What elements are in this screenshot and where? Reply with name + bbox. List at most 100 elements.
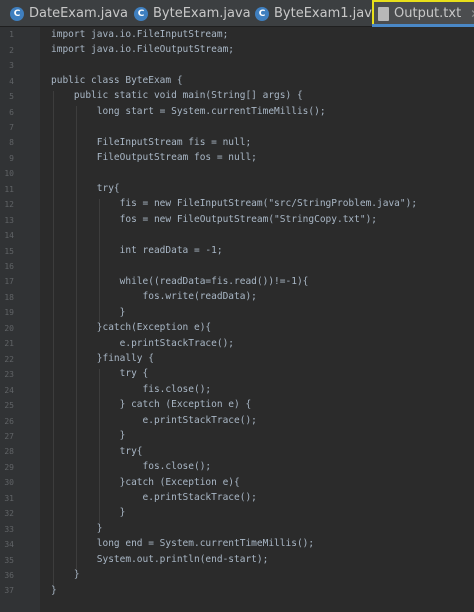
line-number: 34	[0, 537, 14, 553]
line-number-text: 10	[4, 169, 14, 179]
line-number-text: 29	[4, 462, 14, 472]
indent-guide	[98, 368, 100, 524]
code-line: }	[51, 306, 126, 318]
code-line: }	[51, 507, 126, 519]
line-number: 21	[0, 336, 14, 352]
code-line: }	[51, 569, 80, 581]
line-number-text: 14	[4, 231, 14, 241]
tab-label: ByteExam1.java	[274, 6, 380, 21]
tab-output-txt[interactable]: Output.txt ✕	[372, 0, 474, 27]
indent-guide	[53, 90, 54, 586]
line-number: 1	[0, 27, 14, 43]
code-line: FileOutputStream fos = null;	[51, 152, 257, 164]
code-line: try{	[51, 183, 120, 194]
tab-label: DateExam.java	[29, 6, 128, 21]
java-class-icon: C	[10, 6, 24, 21]
line-number-text: 7	[9, 122, 14, 132]
line-number: 19	[0, 305, 14, 321]
line-number: 9	[0, 151, 14, 167]
java-class-icon: C	[134, 6, 148, 21]
line-number: 32	[0, 506, 14, 522]
line-number: 4	[0, 73, 14, 89]
line-number: 3	[0, 58, 14, 74]
line-number-text: 21	[4, 339, 14, 349]
line-number: 24	[0, 382, 14, 398]
tab-dateexam-java[interactable]: C DateExam.java ✕	[10, 0, 147, 27]
close-icon[interactable]: ✕	[470, 7, 474, 21]
line-number-text: 19	[4, 308, 14, 318]
code-line: fos = new FileOutputStream("StringCopy.t…	[51, 213, 378, 225]
line-number: 7	[0, 120, 14, 136]
text-file-icon	[378, 6, 389, 21]
line-number: 26	[0, 413, 14, 429]
line-number: 13	[0, 212, 14, 228]
java-class-icon: C	[255, 6, 269, 21]
line-number: 12	[0, 197, 14, 213]
line-number: 16	[0, 259, 14, 275]
line-number: 37	[0, 583, 14, 599]
code-line: } catch (Exception e) {	[51, 399, 252, 411]
code-line: long start = System.currentTimeMillis();	[51, 105, 326, 117]
code-line: e.printStackTrace();	[51, 337, 235, 349]
code-line: }	[51, 584, 57, 596]
code-line: import java.io.FileOutputStream;	[51, 43, 235, 55]
code-line: public class ByteExam {	[51, 74, 183, 86]
line-number: 5	[0, 89, 14, 105]
line-number: 33	[0, 521, 14, 537]
line-number-text: 23	[4, 370, 14, 380]
code-line: FileInputStream fis = null;	[51, 136, 252, 148]
line-number-text: 8	[9, 138, 14, 148]
indent-guide	[98, 198, 100, 323]
tab-byteexam-java[interactable]: C ByteExam.java ✕	[134, 0, 270, 27]
line-number: 2	[0, 42, 14, 58]
code-line: fis = new FileInputStream("src/StringPro…	[51, 198, 418, 210]
line-number-text: 30	[4, 478, 14, 488]
code-line: }catch (Exception e){	[51, 476, 240, 488]
code-line: e.printStackTrace();	[51, 414, 257, 426]
line-number-text: 17	[4, 277, 14, 287]
line-number-text: 37	[4, 586, 14, 596]
code-line: }finally {	[51, 352, 154, 364]
line-number: 23	[0, 367, 14, 383]
line-number: 30	[0, 475, 14, 491]
line-number-text: 36	[4, 571, 14, 580]
line-number-text: 35	[4, 555, 14, 565]
code-line: import java.io.FileInputStream;	[51, 28, 229, 40]
line-number-text: 33	[4, 524, 14, 534]
line-number: 28	[0, 444, 14, 460]
line-number-text: 27	[4, 431, 14, 441]
line-number: 15	[0, 243, 14, 259]
code-line: System.out.println(end-start);	[51, 553, 269, 565]
code-line: while((readData=fis.read())!=-1){	[51, 275, 309, 287]
line-number: 35	[0, 552, 14, 568]
line-number: 8	[0, 135, 14, 151]
line-number: 18	[0, 290, 14, 306]
line-number: 27	[0, 429, 14, 445]
line-number-text: 28	[4, 447, 14, 457]
tab-label: Output.txt	[394, 6, 462, 21]
line-number: 22	[0, 351, 14, 367]
line-number-text: 20	[4, 323, 14, 333]
line-number: 6	[0, 104, 14, 120]
editor-tab-bar: C DateExam.java ✕ C ByteExam.java ✕ C By…	[0, 0, 474, 27]
line-number-text: 2	[9, 45, 14, 55]
line-number-text: 18	[4, 292, 14, 302]
line-number-text: 13	[4, 215, 14, 225]
line-number-text: 4	[9, 76, 14, 86]
line-number: 36	[0, 568, 14, 584]
line-number: 11	[0, 182, 14, 198]
line-number: 29	[0, 460, 14, 476]
line-number-text: 34	[4, 540, 14, 550]
line-number: 25	[0, 398, 14, 414]
code-line: long end = System.currentTimeMillis();	[51, 538, 315, 550]
line-number-text: 6	[9, 107, 14, 117]
code-line: try{	[51, 445, 143, 457]
line-number-text: 22	[4, 354, 14, 364]
line-number-text: 15	[4, 246, 14, 256]
line-number-text: 9	[9, 153, 14, 163]
tab-label: ByteExam.java	[153, 6, 251, 21]
code-line: public static void main(String[] args) {	[51, 90, 303, 102]
line-number-text: 26	[4, 416, 14, 426]
line-number: 10	[0, 166, 14, 182]
line-number-text: 11	[4, 184, 14, 194]
